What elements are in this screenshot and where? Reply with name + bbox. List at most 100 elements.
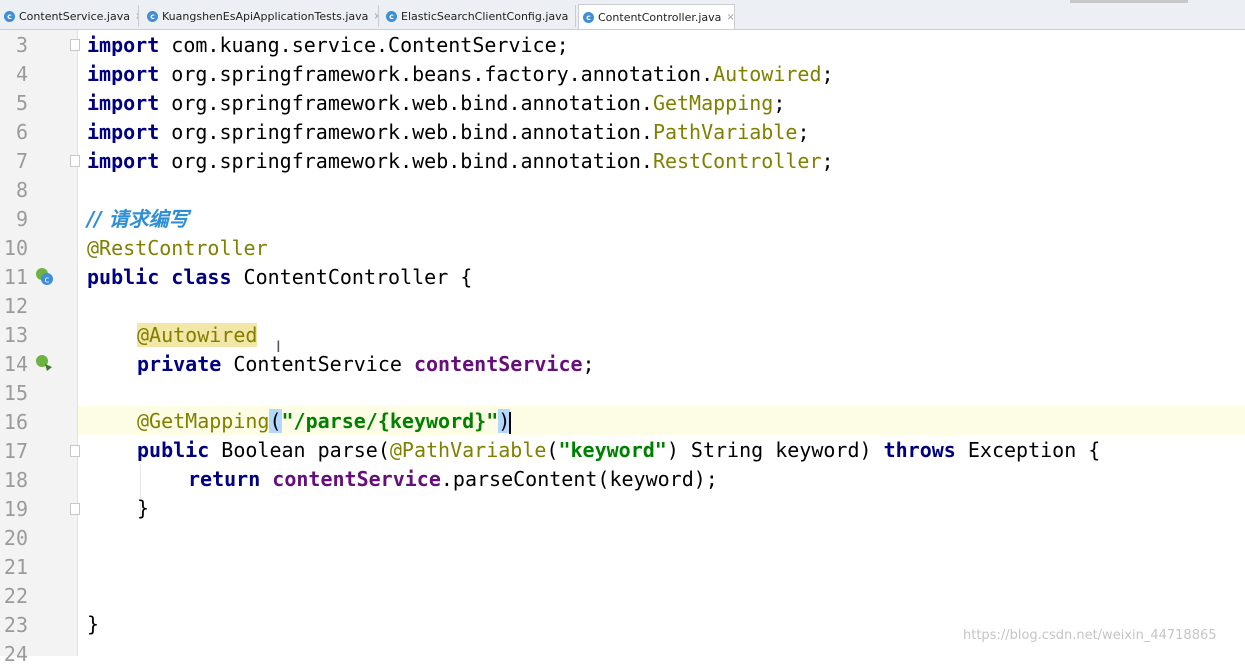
editor-tab-bar: c ContentService.java × c KuangshenEsApi… [0,0,1245,30]
line-number: 24 [3,642,28,666]
code-line-11[interactable]: public class ContentController { [87,263,472,292]
line-number: 17 [3,439,28,463]
field-name: contentService [413,352,583,376]
spring-bean-class-icon[interactable]: c [34,266,54,286]
line-number: 14 [3,352,28,376]
class-icon: c [386,10,397,22]
close-icon[interactable]: × [135,11,138,22]
spring-autowired-icon[interactable] [34,353,54,373]
tab-label: ElasticSearchClientConfig.java [401,9,569,23]
keyword: import [87,33,160,57]
code-line-10[interactable]: @RestController [87,234,268,263]
code-text: ContentController { [231,265,473,289]
annotation-class: RestController [652,149,822,173]
tab-kuangshen-tests[interactable]: c KuangshenEsApiApplicationTests.java × [143,5,379,27]
line-number: 10 [3,236,28,260]
keyword: import [87,149,160,173]
code-text: Boolean parse( [209,438,390,462]
text-caret [509,411,512,434]
class-icon: c [4,10,15,22]
line-number: 21 [3,555,28,579]
line-number: 11 [3,265,28,289]
code-text: ; [821,149,834,173]
code-text: ) String keyword) [666,438,884,462]
code-text: ContentService [221,352,414,376]
line-number: 19 [3,497,28,521]
annotation: @GetMapping [137,409,270,433]
code-text: ; [773,91,786,115]
code-line-17[interactable]: public Boolean parse(@PathVariable("keyw… [137,436,1100,465]
fold-marker-icon[interactable] [70,39,80,51]
code-text: org.springframework.web.bind.annotation. [159,149,653,173]
code-line-18[interactable]: return contentService.parseContent(keywo… [188,465,718,494]
code-line-4[interactable]: import org.springframework.beans.factory… [87,60,834,89]
code-line-5[interactable]: import org.springframework.web.bind.anno… [87,89,785,118]
fold-marker-icon[interactable] [70,155,80,167]
svg-text:c: c [45,276,50,286]
line-number: 20 [3,526,28,550]
keyword: class [171,265,232,289]
line-number: 9 [15,207,28,231]
annotation-class: Autowired [713,62,822,86]
string-literal: "/parse/{keyword}" [281,409,499,433]
tab-elasticsearch-config[interactable]: c ElasticSearchClientConfig.java × [382,5,576,27]
code-text: ( [546,438,559,462]
tab-label: ContentService.java [19,9,130,23]
tab-label: KuangshenEsApiApplicationTests.java [162,9,369,23]
annotation: @Autowired [137,323,258,347]
line-number: 18 [3,468,28,492]
tab-content-controller[interactable]: c ContentController.java × [578,4,735,29]
code-text: ; [821,62,834,86]
code-text: Exception { [955,438,1101,462]
tab-label: ContentController.java [598,10,722,24]
code-line-9-comment[interactable]: // 请求编写 [87,205,189,234]
code-line-16[interactable]: @GetMapping("/parse/{keyword}") [137,407,512,436]
keyword: public [87,265,160,289]
code-line-13[interactable]: @Autowired [137,321,258,350]
line-number: 5 [15,91,28,115]
code-line-7[interactable]: import org.springframework.web.bind.anno… [87,147,834,176]
code-line-14[interactable]: private ContentService contentService; [137,350,595,379]
annotation: @RestController [87,236,268,260]
line-number: 3 [15,33,28,57]
close-icon[interactable]: × [573,11,575,22]
code-line-19[interactable]: } [137,494,149,523]
fold-marker-icon[interactable] [70,445,80,457]
annotation-class: PathVariable [652,120,798,144]
code-text: com.kuang.service.ContentService; [159,33,569,57]
code-text: org.springframework.web.bind.annotation. [159,120,653,144]
class-icon: c [147,10,158,22]
code-line-23[interactable]: } [87,610,99,639]
editor-gutter: 3 4 5 6 7 8 9 10 11 12 13 14 15 16 17 18… [0,30,80,666]
code-text: org.springframework.web.bind.annotation. [159,91,653,115]
close-icon[interactable]: × [373,11,378,22]
line-number: 4 [15,62,28,86]
keyword: throws [883,438,956,462]
keyword: import [87,91,160,115]
code-line-3[interactable]: import com.kuang.service.ContentService; [87,31,569,60]
line-number: 15 [3,381,28,405]
line-number: 6 [15,120,28,144]
keyword: public [137,438,210,462]
keyword: import [87,62,160,86]
code-line-6[interactable]: import org.springframework.web.bind.anno… [87,118,809,147]
tab-bar-scroll-indicator [1070,0,1188,3]
keyword: private [137,352,222,376]
string-literal: "keyword" [558,438,667,462]
fold-marker-icon[interactable] [70,503,80,515]
line-number: 8 [15,178,28,202]
annotation-class: GetMapping [652,91,774,115]
code-text: org.springframework.beans.factory.annota… [159,62,714,86]
close-icon[interactable]: × [726,12,734,23]
keyword: import [87,120,160,144]
field-name: contentService [272,467,441,491]
tab-content-service[interactable]: c ContentService.java × [0,5,139,27]
code-text: ; [582,352,595,376]
keyword: return [188,467,261,491]
line-number: 12 [3,294,28,318]
line-number: 23 [3,613,28,637]
line-number: 22 [3,584,28,608]
line-number: 7 [15,149,28,173]
annotation: @PathVariable [389,438,547,462]
